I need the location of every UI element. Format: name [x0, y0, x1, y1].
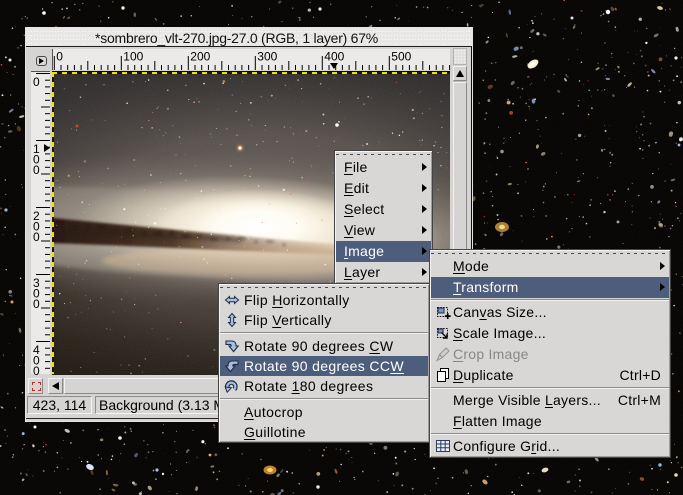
- svg-text:0: 0: [33, 297, 40, 311]
- svg-text:500: 500: [391, 50, 411, 64]
- svg-text:0: 0: [33, 364, 40, 375]
- svg-text:400: 400: [324, 50, 344, 64]
- svg-text:200: 200: [190, 50, 210, 64]
- svg-text:100: 100: [123, 50, 143, 64]
- svg-text:0: 0: [56, 50, 63, 64]
- svg-text:0: 0: [33, 163, 40, 177]
- svg-text:0: 0: [33, 230, 40, 244]
- svg-text:0: 0: [33, 75, 40, 89]
- svg-text:300: 300: [257, 50, 277, 64]
